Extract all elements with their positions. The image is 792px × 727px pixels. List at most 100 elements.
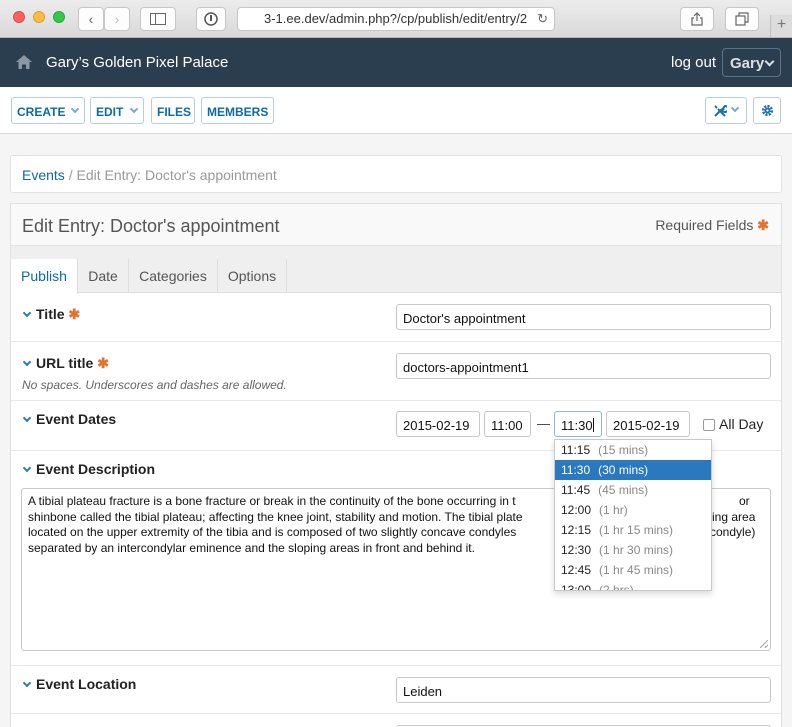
collapse-chevron-icon[interactable] <box>22 308 32 318</box>
title-label-text: Title <box>36 306 65 322</box>
all-day-checkbox[interactable] <box>703 419 715 431</box>
collapse-chevron-icon[interactable] <box>22 357 32 367</box>
required-star-icon: ✱ <box>68 306 81 322</box>
address-bar[interactable]: 3-1.ee.dev/admin.php?/cp/publish/edit/en… <box>237 7 555 31</box>
end-date-input[interactable]: 2015-02-19 <box>606 411 690 437</box>
main-nav: CREATE EDIT FILES MEMBERS <box>0 87 792 134</box>
time-option-duration: (2 hrs) <box>599 583 634 591</box>
home-icon[interactable] <box>16 55 32 69</box>
time-option-time: 12:15 <box>561 523 592 537</box>
sidebar-toggle-button[interactable] <box>140 7 176 31</box>
edit-menu-button[interactable]: EDIT <box>90 97 144 124</box>
description-fragment: or <box>739 494 750 508</box>
user-menu-button[interactable]: Gary <box>722 48 781 77</box>
required-star-icon: ✱ <box>757 217 769 233</box>
time-option-duration: (45 mins) <box>598 483 649 497</box>
chevron-down-icon <box>129 104 139 114</box>
settings-button[interactable] <box>753 97 781 124</box>
time-option[interactable]: 13:00 (2 hrs) <box>555 580 711 591</box>
create-label: CREATE <box>17 105 66 119</box>
time-option[interactable]: 12:00 (1 hr) <box>555 500 711 520</box>
minimize-window-button[interactable] <box>33 11 45 23</box>
end-time-input[interactable]: 11:30 <box>554 411 602 437</box>
privacy-button[interactable] <box>196 7 226 31</box>
required-fields-note: Required Fields ✱ <box>655 217 769 234</box>
share-button[interactable] <box>680 7 714 31</box>
collapse-chevron-icon[interactable] <box>22 463 32 473</box>
time-option[interactable]: 11:45 (45 mins) <box>555 480 711 500</box>
url-title-field: URL title ✱ No spaces. Underscores and d… <box>11 342 781 401</box>
create-menu-button[interactable]: CREATE <box>11 97 85 124</box>
tab-publish[interactable]: Publish <box>11 259 78 294</box>
title-input[interactable]: Doctor's appointment <box>396 304 771 330</box>
breadcrumb-events-link[interactable]: Events <box>22 167 65 183</box>
time-option-time: 11:15 <box>561 443 591 457</box>
user-name: Gary <box>730 55 765 72</box>
chevron-right-icon: › <box>114 11 120 27</box>
reload-icon[interactable]: ↻ <box>537 8 548 30</box>
time-option[interactable]: 11:15 (15 mins) <box>555 440 711 460</box>
panel-header: Edit Entry: Doctor's appointment Require… <box>11 204 781 246</box>
url-title-instructions: No spaces. Underscores and dashes are al… <box>22 378 287 392</box>
next-field <box>11 714 781 727</box>
url-title-input[interactable]: doctors-appointment1 <box>396 353 771 379</box>
time-option-selected[interactable]: 11:30 (30 mins) <box>555 460 711 480</box>
close-window-button[interactable] <box>13 11 25 23</box>
wrench-screwdriver-icon <box>714 104 727 117</box>
chevron-down-icon <box>764 56 775 67</box>
time-option-time: 12:30 <box>561 543 592 557</box>
title-label: Title ✱ <box>36 306 80 323</box>
description-fragment: condyle) <box>710 525 756 539</box>
time-option-duration: (1 hr 15 mins) <box>599 523 674 537</box>
site-name-link[interactable]: Gary’s Golden Pixel Palace <box>46 54 228 71</box>
members-label: MEMBERS <box>207 105 269 119</box>
sidebar-icon <box>150 13 166 25</box>
title-field: Title ✱ Doctor's appointment <box>11 293 781 342</box>
start-date-input[interactable]: 2015-02-19 <box>396 411 480 437</box>
browser-toolbar: ‹ › 3-1.ee.dev/admin.php?/cp/publish/edi… <box>0 0 792 38</box>
files-button[interactable]: FILES <box>151 97 195 124</box>
tab-categories[interactable]: Categories <box>129 259 218 293</box>
breadcrumb-current: Edit Entry: Doctor's appointment <box>76 167 277 183</box>
date-range-dash: — <box>537 416 550 431</box>
back-button[interactable]: ‹ <box>78 7 104 31</box>
info-icon <box>204 12 218 26</box>
tab-date[interactable]: Date <box>78 259 129 293</box>
collapse-chevron-icon[interactable] <box>22 678 32 688</box>
end-time-value: 11:30 <box>561 418 593 433</box>
developer-tools-button[interactable] <box>705 97 747 124</box>
chevron-down-icon <box>70 104 80 114</box>
time-option-time: 13:00 <box>561 583 592 591</box>
page-title: Edit Entry: Doctor's appointment <box>22 216 280 236</box>
time-option[interactable]: 12:45 (1 hr 45 mins) <box>555 560 711 580</box>
tab-options[interactable]: Options <box>218 259 287 293</box>
chevron-down-icon <box>730 103 740 113</box>
event-location-input[interactable]: Leiden <box>396 677 771 703</box>
gear-icon <box>761 104 774 117</box>
collapse-chevron-icon[interactable] <box>22 413 32 423</box>
tabs-button[interactable] <box>725 7 759 31</box>
time-option-duration: (1 hr) <box>599 503 628 517</box>
new-tab-button[interactable]: + <box>770 15 792 37</box>
time-option-duration: (15 mins) <box>598 443 649 457</box>
breadcrumb-separator: / <box>68 167 73 183</box>
time-option[interactable]: 12:30 (1 hr 30 mins) <box>555 540 711 560</box>
time-option-time: 12:00 <box>561 503 592 517</box>
edit-label: EDIT <box>96 105 124 119</box>
event-description-label: Event Description <box>36 461 156 477</box>
time-option[interactable]: 12:15 (1 hr 15 mins) <box>555 520 711 540</box>
all-day-label[interactable]: All Day <box>719 416 763 432</box>
event-location-field: Event Location Leiden <box>11 666 781 714</box>
time-option-time: 11:30 <box>561 463 591 477</box>
tab-label: Date <box>88 268 118 284</box>
logout-link[interactable]: log out <box>671 54 716 71</box>
members-button[interactable]: MEMBERS <box>201 97 274 124</box>
start-time-input[interactable]: 11:00 <box>484 411 531 437</box>
resize-grip-icon[interactable] <box>760 640 768 648</box>
forward-button[interactable]: › <box>104 7 130 31</box>
zoom-window-button[interactable] <box>53 11 65 23</box>
chevron-left-icon: ‹ <box>88 11 94 27</box>
time-option-duration: (1 hr 30 mins) <box>599 543 674 557</box>
required-fields-label: Required Fields <box>655 217 754 233</box>
breadcrumb: Events / Edit Entry: Doctor's appointmen… <box>10 155 782 193</box>
